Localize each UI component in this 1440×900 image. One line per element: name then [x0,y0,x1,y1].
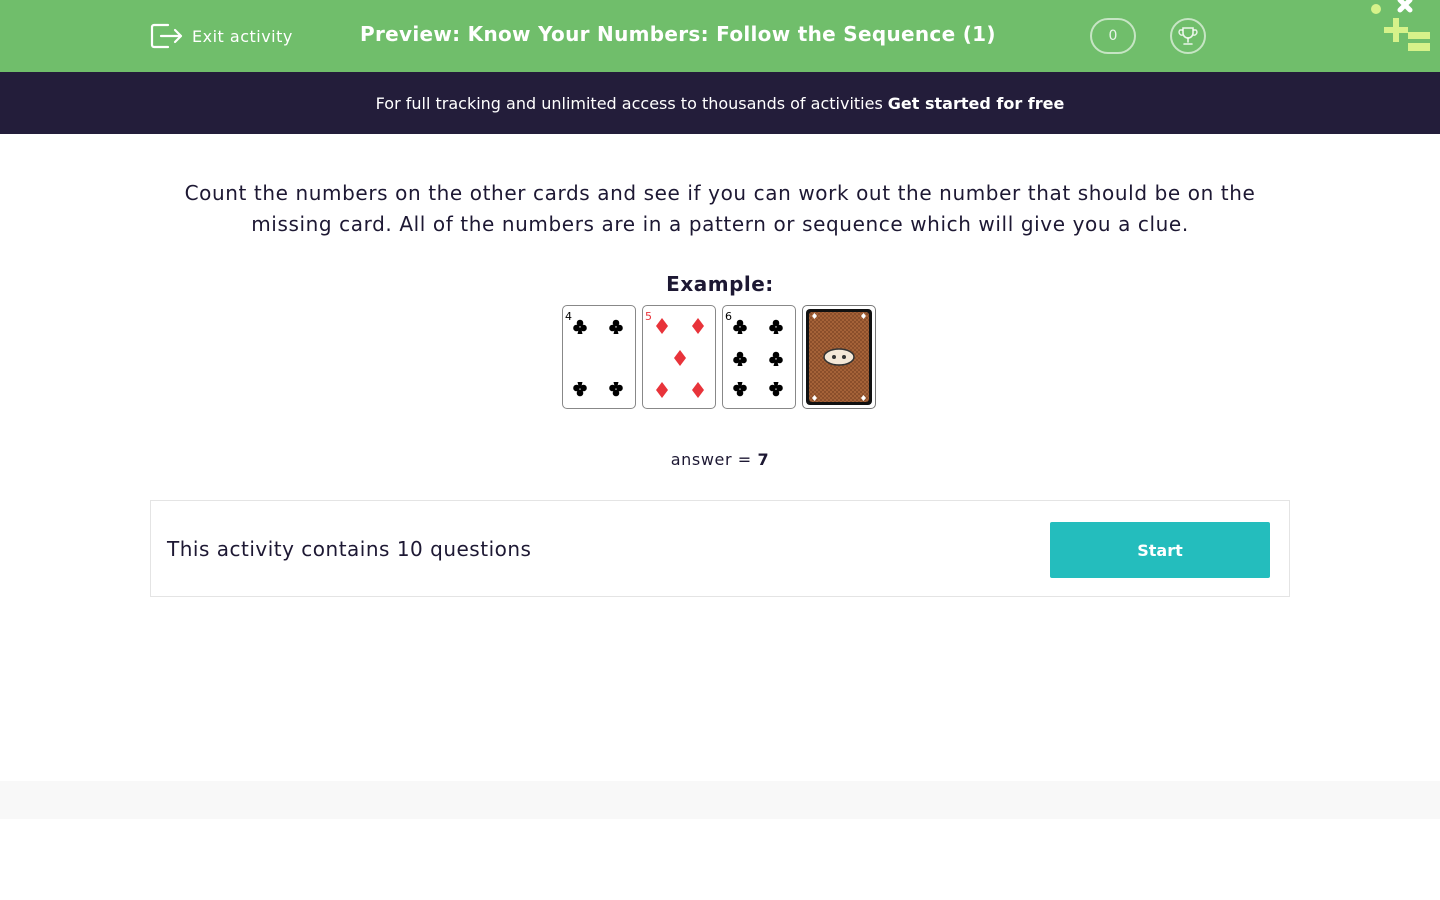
card-rank: 4 [565,310,572,323]
promo-banner: For full tracking and unlimited access t… [0,72,1440,134]
example-answer: answer = 7 [520,450,920,469]
clubs-icon: 4 [565,310,623,397]
activity-summary-panel: This activity contains 10 questions Star… [150,500,1290,597]
answer-value: 7 [757,450,770,469]
top-bar: Exit activity Preview: Know Your Numbers… [0,0,1440,72]
brand-logo-icon [1371,0,1430,51]
question-instructions: Count the numbers on the other cards and… [184,181,1256,236]
answer-prefix: answer = [670,450,752,469]
promo-text: For full tracking and unlimited access t… [375,93,883,113]
start-button[interactable]: Start [1050,522,1270,578]
example-label: Example: [666,272,774,296]
clubs-icon: 6 [725,310,783,397]
playing-card-6-clubs: 6 [722,305,796,409]
playing-card-4-clubs: 4 [562,305,636,409]
exit-icon [150,23,183,49]
get-started-link[interactable]: Get started for free [888,94,1065,113]
card-back-icon [806,309,872,405]
exit-activity-button[interactable]: Exit activity [150,20,293,52]
playing-card-face-down [802,305,876,409]
trophy-button[interactable] [1170,18,1206,54]
footer-strip [0,781,1440,819]
card-rank: 5 [645,310,652,323]
score-counter: 0 [1090,18,1136,54]
trophy-icon [1178,27,1198,45]
card-rank: 6 [725,310,732,323]
question-count-text: This activity contains 10 questions [167,537,532,561]
example-cards: 4 5 6 [562,305,880,411]
page-title: Preview: Know Your Numbers: Follow the S… [360,22,996,46]
exit-activity-label: Exit activity [192,26,293,46]
diamonds-icon: 5 [645,310,704,398]
playing-card-5-diamonds: 5 [642,305,716,409]
